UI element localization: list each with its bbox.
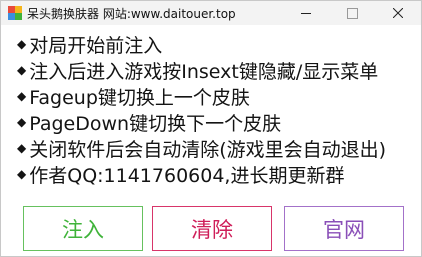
diamond-bullet-icon: ◆ (17, 37, 27, 51)
clear-button[interactable]: 清除 (152, 206, 272, 251)
instruction-text: 关闭软件后会自动清除(游戏里会自动退出) (29, 138, 387, 161)
title-bar[interactable]: 呆头鹅换肤器 网站:www.daitouer.top (1, 1, 421, 25)
instruction-list: ◆ 对局开始前注入 ◆ 注入后进入游戏按Insext键隐藏/显示菜单 ◆ Fag… (17, 31, 386, 187)
instruction-text: PageDown键切换下一个皮肤 (29, 112, 282, 135)
app-window: 呆头鹅换肤器 网站:www.daitouer.top ◆ 对局开始前注入 ◆ 注… (0, 0, 422, 257)
close-button[interactable] (375, 1, 421, 25)
close-icon (393, 8, 403, 18)
app-logo-icon (8, 6, 22, 20)
instruction-line: ◆ PageDown键切换下一个皮肤 (17, 109, 386, 135)
diamond-bullet-icon: ◆ (17, 141, 27, 155)
maximize-icon (346, 7, 358, 19)
instruction-text: 对局开始前注入 (29, 34, 163, 57)
website-button[interactable]: 官网 (284, 206, 404, 251)
instruction-line: ◆ 作者QQ:1141760604,进长期更新群 (17, 161, 386, 187)
diamond-bullet-icon: ◆ (17, 167, 27, 181)
instruction-line: ◆ 关闭软件后会自动清除(游戏里会自动退出) (17, 135, 386, 161)
diamond-bullet-icon: ◆ (17, 63, 27, 77)
inject-button[interactable]: 注入 (23, 206, 143, 251)
minimize-button[interactable] (283, 1, 329, 25)
maximize-button[interactable] (329, 1, 375, 25)
instruction-line: ◆ Fageup键切换上一个皮肤 (17, 83, 386, 109)
window-title: 呆头鹅换肤器 网站:www.daitouer.top (27, 7, 236, 21)
minimize-icon (301, 12, 311, 14)
main-panel: ◆ 对局开始前注入 ◆ 注入后进入游戏按Insext键隐藏/显示菜单 ◆ Fag… (1, 25, 421, 256)
instruction-line: ◆ 对局开始前注入 (17, 31, 386, 57)
instruction-text: Fageup键切换上一个皮肤 (29, 86, 250, 109)
instruction-text: 作者QQ:1141760604,进长期更新群 (29, 164, 345, 187)
diamond-bullet-icon: ◆ (17, 89, 27, 103)
diamond-bullet-icon: ◆ (17, 115, 27, 129)
instruction-text: 注入后进入游戏按Insext键隐藏/显示菜单 (29, 60, 379, 83)
instruction-line: ◆ 注入后进入游戏按Insext键隐藏/显示菜单 (17, 57, 386, 83)
